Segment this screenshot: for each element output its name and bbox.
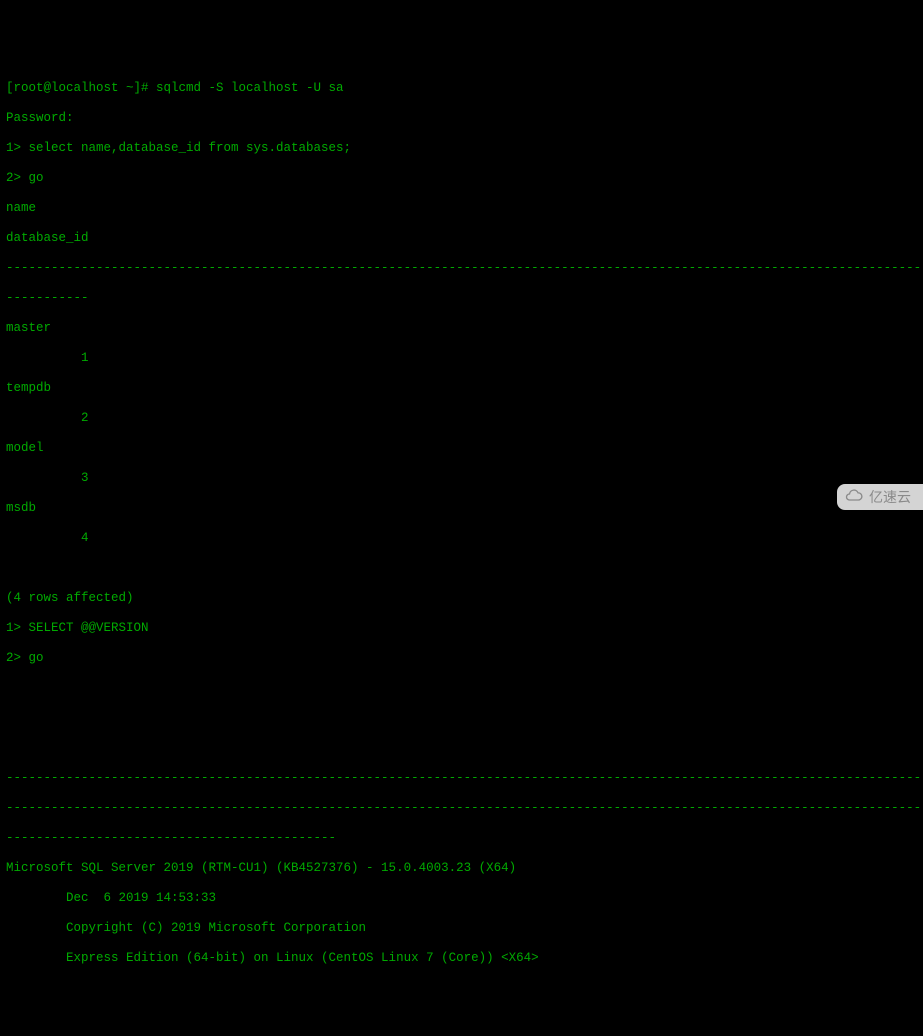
terminal-line: 1> SELECT @@VERSION [6, 621, 917, 636]
terminal-line [6, 981, 917, 996]
cloud-icon [845, 488, 863, 506]
terminal-line [6, 741, 917, 756]
terminal-line: 1> select name,database_id from sys.data… [6, 141, 917, 156]
terminal-line: Microsoft SQL Server 2019 (RTM-CU1) (KB4… [6, 861, 917, 876]
terminal-line: 3 [6, 471, 917, 486]
terminal-line: ----------------------------------------… [6, 801, 917, 816]
terminal-line: Password: [6, 111, 917, 126]
terminal-line: ----------- [6, 291, 917, 306]
terminal-line: 1 [6, 351, 917, 366]
terminal-line: ----------------------------------------… [6, 831, 917, 846]
terminal-line: ----------------------------------------… [6, 771, 917, 786]
terminal-line [6, 561, 917, 576]
terminal-line: master [6, 321, 917, 336]
terminal-line [6, 1011, 917, 1026]
terminal-line: 2> go [6, 171, 917, 186]
terminal-line: ----------------------------------------… [6, 261, 917, 276]
terminal-line: 2> go [6, 651, 917, 666]
terminal-line: Express Edition (64-bit) on Linux (CentO… [6, 951, 917, 966]
terminal-output[interactable]: [root@localhost ~]# sqlcmd -S localhost … [6, 66, 917, 1036]
terminal-line: msdb [6, 501, 917, 516]
terminal-line: model [6, 441, 917, 456]
watermark-text: 亿速云 [869, 490, 911, 505]
terminal-line: 2 [6, 411, 917, 426]
terminal-line [6, 681, 917, 696]
terminal-line [6, 711, 917, 726]
terminal-line: name [6, 201, 917, 216]
terminal-line: database_id [6, 231, 917, 246]
watermark: 亿速云 [837, 484, 923, 510]
terminal-line: 4 [6, 531, 917, 546]
terminal-line: (4 rows affected) [6, 591, 917, 606]
terminal-line: Dec 6 2019 14:53:33 [6, 891, 917, 906]
terminal-line: [root@localhost ~]# sqlcmd -S localhost … [6, 81, 917, 96]
terminal-line: Copyright (C) 2019 Microsoft Corporation [6, 921, 917, 936]
terminal-line: tempdb [6, 381, 917, 396]
